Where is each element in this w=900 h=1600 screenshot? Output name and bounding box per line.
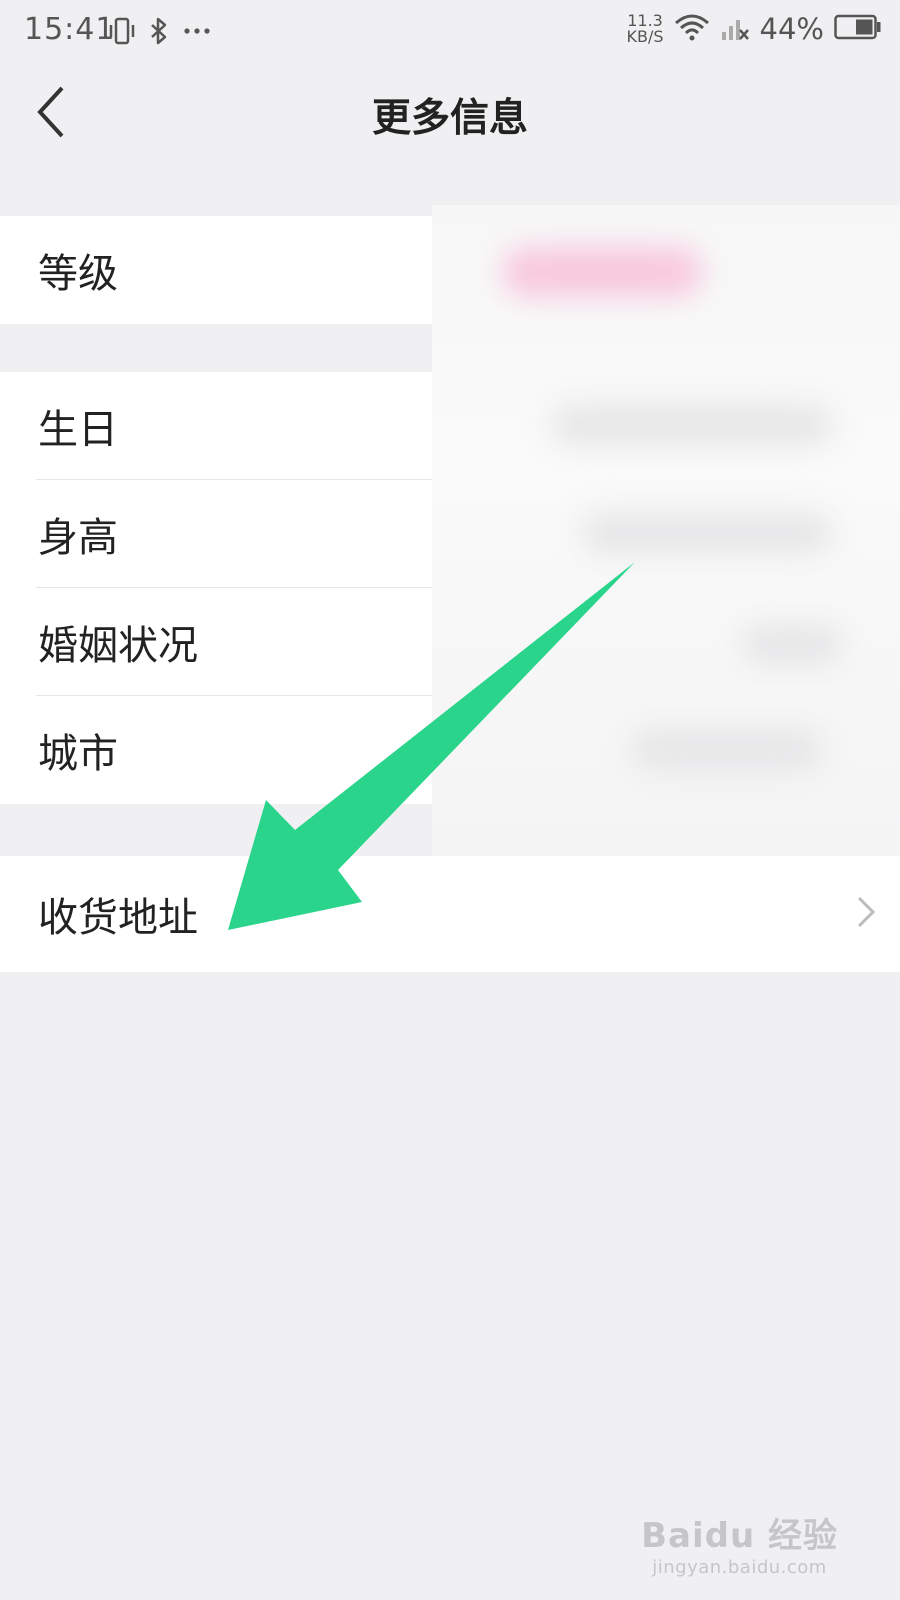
row-shipping-address[interactable]: 收货地址 [0, 856, 900, 972]
blurred-level-badge [502, 247, 702, 297]
net-speed: 11.3 KB/S [627, 13, 664, 45]
status-right-icons: 11.3 KB/S 44% [627, 12, 882, 46]
bluetooth-icon [148, 16, 170, 50]
battery-percent: 44% [759, 12, 824, 46]
row-birthday-label: 生日 [38, 407, 118, 453]
vibrate-icon [108, 16, 136, 50]
blurred-height-value [582, 513, 832, 553]
blurred-city-value [632, 730, 822, 770]
blurred-values-panel [432, 205, 900, 857]
battery-icon [834, 13, 882, 45]
row-shipping-address-label: 收货地址 [38, 895, 198, 941]
status-left-icons [108, 16, 212, 50]
more-dots-icon [182, 16, 212, 50]
page-title: 更多信息 [371, 96, 528, 141]
watermark-brand: Baidu 经验 [641, 1516, 838, 1556]
address-section: 收货地址 [0, 856, 900, 972]
status-bar: 15:41 11.3 KB/S 44% [0, 0, 900, 62]
net-speed-unit: KB/S [626, 27, 664, 46]
blurred-birthday-value [552, 405, 832, 445]
status-time: 15:41 [24, 12, 116, 47]
row-city-label: 城市 [38, 731, 118, 777]
chevron-right-icon [854, 894, 878, 930]
baidu-watermark: Baidu 经验 jingyan.baidu.com [641, 1508, 838, 1578]
signal-icon [720, 12, 750, 46]
blurred-marital-value [742, 625, 842, 665]
wifi-icon [674, 12, 710, 46]
row-level-label: 等级 [38, 251, 118, 297]
watermark-url: jingyan.baidu.com [652, 1557, 827, 1578]
more-info-screen: 15:41 11.3 KB/S 44% 更多信息 等级 生日 身高 婚姻状况 城… [0, 0, 900, 1600]
nav-header: 更多信息 [0, 62, 900, 162]
row-height-label: 身高 [38, 515, 118, 561]
row-marital-status-label: 婚姻状况 [38, 623, 198, 669]
